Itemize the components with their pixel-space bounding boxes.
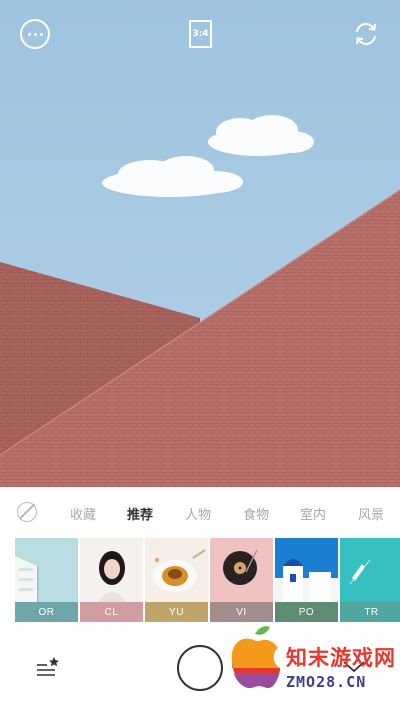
more-dots-icon (27, 32, 43, 36)
filter-or[interactable]: OR (15, 538, 78, 622)
filter-category-bar: 收藏 推荐 人物 食物 室内 风景 (0, 487, 400, 537)
filter-thumbnail (340, 538, 400, 602)
category-favorites[interactable]: 收藏 (70, 504, 96, 523)
filter-label: YU (145, 602, 208, 622)
category-food[interactable]: 食物 (243, 504, 269, 523)
filter-label: CL (80, 602, 143, 622)
adjust-star-icon (37, 657, 59, 676)
category-people[interactable]: 人物 (185, 504, 211, 523)
watermark-cn-text: 知末游戏网 (286, 646, 396, 670)
category-recommended[interactable]: 推荐 (127, 504, 153, 523)
filter-thumbnail (210, 538, 273, 602)
filter-yu[interactable]: YU (145, 538, 208, 622)
filter-thumbnail (15, 538, 78, 602)
preview-image (0, 0, 400, 487)
category-landscape[interactable]: 风景 (358, 504, 384, 523)
filter-thumbnail (145, 538, 208, 602)
camera-switch-icon (356, 23, 376, 45)
more-button[interactable] (20, 19, 50, 49)
camera-switch-button[interactable] (350, 18, 382, 50)
filter-label: VI (210, 602, 273, 622)
no-filter-icon[interactable] (17, 502, 37, 522)
filter-strip[interactable]: OR CL YU VI PO TR (15, 538, 400, 622)
shutter-button[interactable] (177, 645, 223, 691)
filter-tr[interactable]: TR (340, 538, 400, 622)
aspect-ratio-button[interactable]: 3:4 (189, 20, 212, 48)
filter-vi[interactable]: VI (210, 538, 273, 622)
adjust-button[interactable] (35, 656, 61, 678)
filter-label: TR (340, 602, 400, 622)
category-indoor[interactable]: 室内 (300, 504, 326, 523)
filter-label: OR (15, 602, 78, 622)
filter-po[interactable]: PO (275, 538, 338, 622)
filter-cl[interactable]: CL (80, 538, 143, 622)
watermark-en-text: ZMO28.CN (286, 673, 367, 691)
camera-viewfinder[interactable]: 3:4 (0, 0, 400, 487)
site-watermark: 知末游戏网 ZMO28.CN (228, 624, 400, 698)
filter-thumbnail (80, 538, 143, 602)
filter-thumbnail (275, 538, 338, 602)
apple-logo-icon (231, 626, 280, 688)
filter-label: PO (275, 602, 338, 622)
